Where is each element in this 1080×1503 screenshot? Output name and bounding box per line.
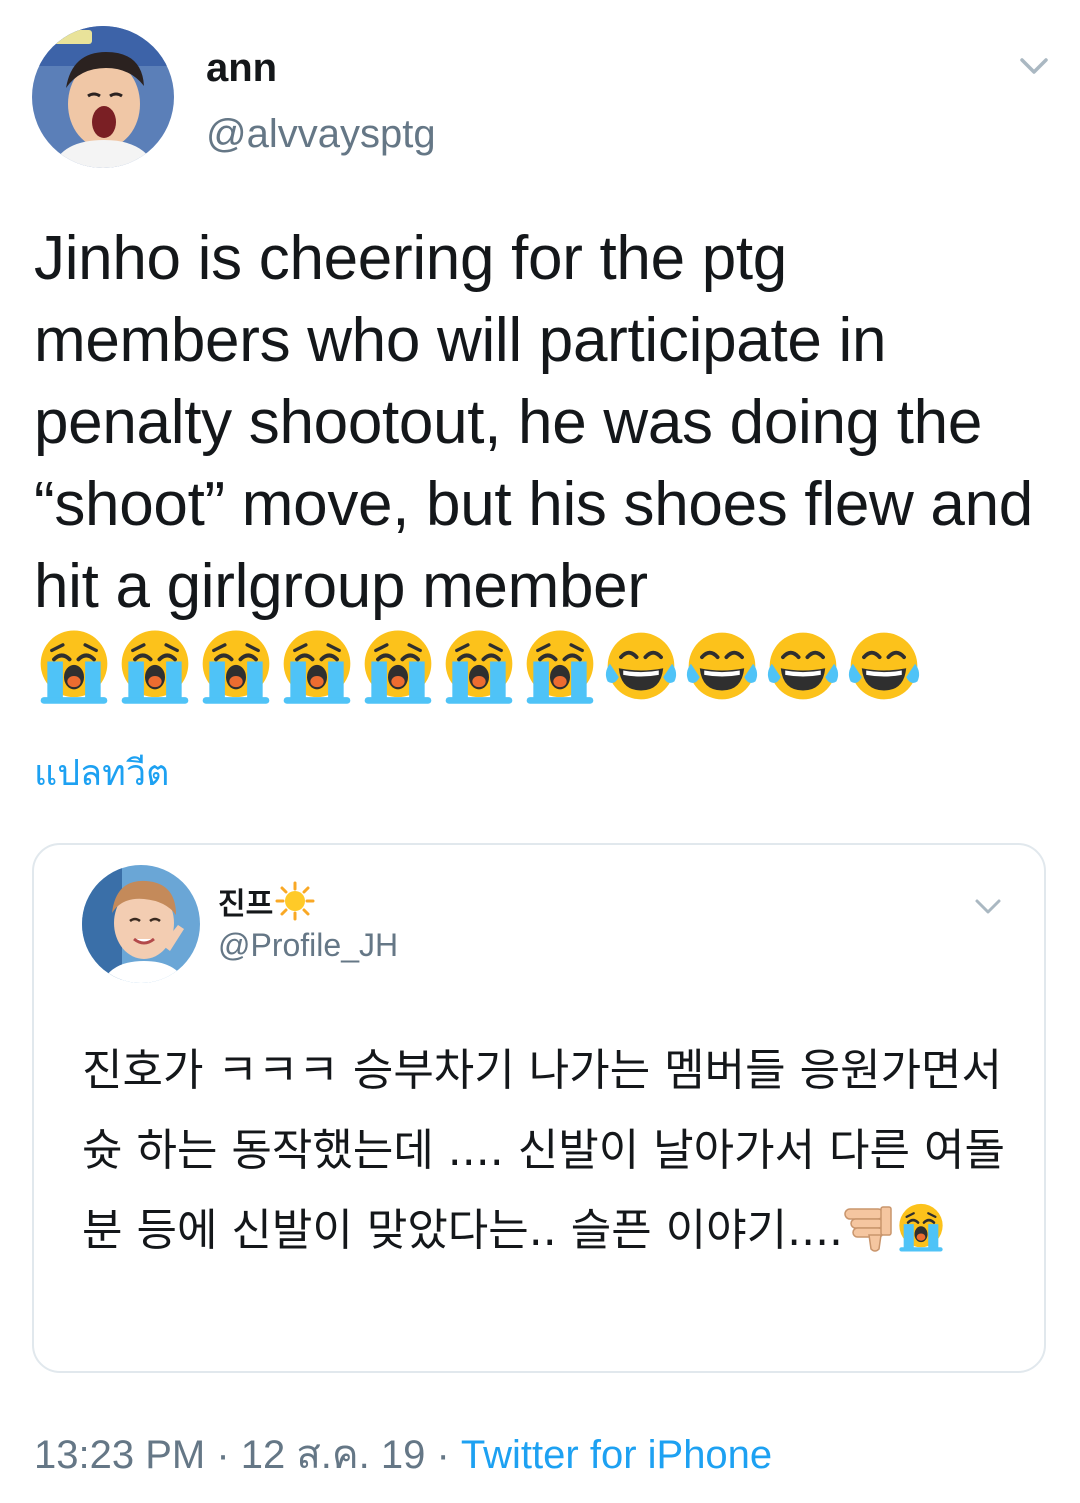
meta-separator: · bbox=[205, 1433, 241, 1477]
tweet-emoji-row bbox=[34, 626, 925, 706]
quoted-tweet-card[interactable]: 진프 @Profile_JH 진호가 ㅋㅋㅋ 승부차기 나가는 멤버들 응원가면… bbox=[32, 843, 1046, 1373]
loudly-crying-face-icon bbox=[520, 626, 600, 706]
chevron-down-icon[interactable] bbox=[1016, 52, 1052, 80]
tweet-date[interactable]: 12 ส.ค. 19 bbox=[241, 1433, 426, 1477]
loudly-crying-face-icon bbox=[895, 1201, 947, 1253]
loudly-crying-face-icon bbox=[358, 626, 438, 706]
quoted-author-handle[interactable]: @Profile_JH bbox=[218, 927, 398, 964]
face-with-tears-of-joy-icon bbox=[601, 626, 681, 706]
tweet-source-link[interactable]: Twitter for iPhone bbox=[461, 1433, 772, 1477]
author-name[interactable]: ann bbox=[206, 46, 277, 91]
translate-tweet-link[interactable]: แปลทวีต bbox=[34, 744, 169, 801]
author-avatar[interactable] bbox=[32, 26, 174, 168]
tweet-meta: 13:23 PM · 12 ส.ค. 19 · Twitter for iPho… bbox=[34, 1422, 772, 1486]
face-with-tears-of-joy-icon bbox=[682, 626, 762, 706]
loudly-crying-face-icon bbox=[115, 626, 195, 706]
loudly-crying-face-icon bbox=[34, 626, 114, 706]
quoted-author-name[interactable]: 진프 bbox=[218, 879, 273, 923]
sun-icon bbox=[275, 881, 315, 921]
chevron-down-icon[interactable] bbox=[972, 895, 1004, 919]
loudly-crying-face-icon bbox=[277, 626, 357, 706]
face-with-tears-of-joy-icon bbox=[763, 626, 843, 706]
quoted-author-avatar[interactable] bbox=[82, 865, 200, 983]
thumbs-down-icon bbox=[843, 1201, 895, 1253]
meta-separator: · bbox=[425, 1433, 461, 1477]
loudly-crying-face-icon bbox=[439, 626, 519, 706]
face-with-tears-of-joy-icon bbox=[844, 626, 924, 706]
author-handle[interactable]: @alvvaysptg bbox=[206, 112, 436, 157]
tweet-time: 13:23 PM bbox=[34, 1433, 206, 1477]
tweet-text: Jinho is cheering for the ptg members wh… bbox=[34, 224, 1033, 621]
quoted-tweet-text: 진호가 ㅋㅋㅋ 승부차기 나가는 멤버들 응원가면서 슛 하는 동작했는데 ..… bbox=[82, 1031, 1012, 1271]
loudly-crying-face-icon bbox=[196, 626, 276, 706]
quoted-author-name-row: 진프 bbox=[218, 879, 315, 923]
